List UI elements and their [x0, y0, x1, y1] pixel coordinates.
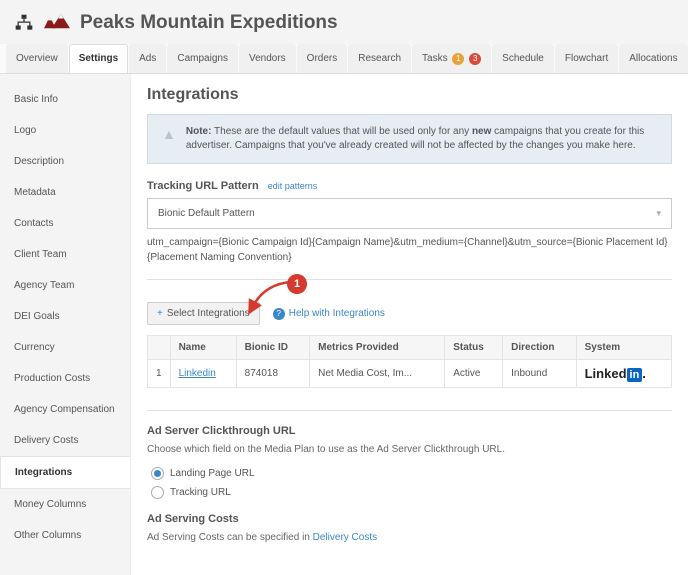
main-heading: Integrations	[147, 86, 672, 104]
clickthrough-title: Ad Server Clickthrough URL	[147, 425, 672, 437]
radio-icon	[151, 467, 164, 480]
sidebar-item-other-columns[interactable]: Other Columns	[0, 520, 130, 551]
tab-tasks-label: Tasks	[422, 53, 448, 64]
note-text1: These are the default values that will b…	[211, 126, 472, 137]
col-status: Status	[445, 336, 503, 360]
integrations-table: Name Bionic ID Metrics Provided Status D…	[147, 335, 672, 388]
radio-icon	[151, 486, 164, 499]
ad-serving-desc: Ad Serving Costs can be specified in Del…	[147, 531, 672, 545]
col-metrics: Metrics Provided	[310, 336, 445, 360]
linkedin-logo-icon: Linkedin.	[585, 366, 646, 381]
sidebar-item-contacts[interactable]: Contacts	[0, 208, 130, 239]
tab-tasks[interactable]: Tasks 1 3	[412, 44, 491, 73]
warning-icon: ▲	[162, 125, 176, 153]
sidebar-item-currency[interactable]: Currency	[0, 332, 130, 363]
cell-direction: Inbound	[503, 360, 576, 388]
tab-vendors[interactable]: Vendors	[239, 44, 296, 73]
sidebar-item-integrations[interactable]: Integrations	[0, 456, 130, 489]
tab-ads[interactable]: Ads	[129, 44, 166, 73]
sidebar-item-dei-goals[interactable]: DEI Goals	[0, 301, 130, 332]
table-row: 1 Linkedin 874018 Net Media Cost, Im... …	[148, 360, 672, 388]
sidebar-item-delivery-costs[interactable]: Delivery Costs	[0, 425, 130, 456]
cell-name: Linkedin	[170, 360, 236, 388]
main-content: Integrations ▲ Note: These are the defau…	[130, 74, 688, 575]
tasks-badge-warning: 1	[452, 53, 464, 65]
sidebar-item-production-costs[interactable]: Production Costs	[0, 363, 130, 394]
page-header: Peaks Mountain Expeditions	[0, 0, 688, 44]
sidebar-item-agency-compensation[interactable]: Agency Compensation	[0, 394, 130, 425]
tracking-url-label: Tracking URL Pattern edit patterns	[147, 180, 672, 192]
note-bold1: Note:	[186, 126, 212, 137]
col-direction: Direction	[503, 336, 576, 360]
cell-row-num: 1	[148, 360, 171, 388]
tab-overview[interactable]: Overview	[6, 44, 68, 73]
tasks-badge-alert: 3	[469, 53, 481, 65]
tab-research[interactable]: Research	[348, 44, 411, 73]
edit-patterns-link[interactable]: edit patterns	[268, 181, 318, 191]
company-logo-icon	[44, 12, 70, 34]
select-integrations-button[interactable]: + Select Integrations	[147, 302, 260, 325]
radio-landing-page[interactable]: Landing Page URL	[151, 467, 672, 480]
org-chart-icon	[14, 13, 34, 33]
tab-campaigns[interactable]: Campaigns	[167, 44, 238, 73]
radio-tracking-url[interactable]: Tracking URL	[151, 486, 672, 499]
cell-bionic-id: 874018	[236, 360, 309, 388]
tab-schedule[interactable]: Schedule	[492, 44, 554, 73]
col-num	[148, 336, 171, 360]
note-bold2: new	[472, 126, 491, 137]
tracking-label-text: Tracking URL Pattern	[147, 180, 259, 192]
settings-sidebar: Basic Info Logo Description Metadata Con…	[0, 74, 130, 575]
default-values-note: ▲ Note: These are the default values tha…	[147, 114, 672, 164]
help-link-label: Help with Integrations	[289, 308, 385, 319]
plus-icon: +	[157, 308, 163, 319]
divider	[147, 279, 672, 280]
annotation-callout: 1	[287, 274, 307, 294]
page-title: Peaks Mountain Expeditions	[80, 12, 338, 34]
integration-name-link[interactable]: Linkedin	[179, 368, 216, 379]
col-system: System	[576, 336, 671, 360]
col-bionic-id: Bionic ID	[236, 336, 309, 360]
sidebar-item-metadata[interactable]: Metadata	[0, 177, 130, 208]
tab-orders[interactable]: Orders	[297, 44, 348, 73]
divider	[147, 410, 672, 411]
tab-settings[interactable]: Settings	[69, 44, 128, 73]
sidebar-item-money-columns[interactable]: Money Columns	[0, 489, 130, 520]
sidebar-item-agency-team[interactable]: Agency Team	[0, 270, 130, 301]
cell-status: Active	[445, 360, 503, 388]
radio-label-landing: Landing Page URL	[170, 468, 255, 479]
ad-serving-title: Ad Serving Costs	[147, 513, 672, 525]
cell-metrics: Net Media Cost, Im...	[310, 360, 445, 388]
cell-system: Linkedin.	[576, 360, 671, 388]
table-header-row: Name Bionic ID Metrics Provided Status D…	[148, 336, 672, 360]
col-name: Name	[170, 336, 236, 360]
sidebar-item-logo[interactable]: Logo	[0, 115, 130, 146]
clickthrough-desc: Choose which field on the Media Plan to …	[147, 443, 672, 457]
main-tabs: Overview Settings Ads Campaigns Vendors …	[0, 44, 688, 74]
tracking-pattern-preview: utm_campaign={Bionic Campaign Id}{Campai…	[147, 235, 672, 265]
select-integrations-label: Select Integrations	[167, 308, 250, 319]
tab-allocations[interactable]: Allocations	[619, 44, 687, 73]
sidebar-item-client-team[interactable]: Client Team	[0, 239, 130, 270]
radio-label-tracking: Tracking URL	[170, 487, 231, 498]
sidebar-item-description[interactable]: Description	[0, 146, 130, 177]
sidebar-item-basic-info[interactable]: Basic Info	[0, 84, 130, 115]
tab-flowchart[interactable]: Flowchart	[555, 44, 618, 73]
tracking-pattern-select[interactable]: Bionic Default Pattern	[147, 198, 672, 229]
